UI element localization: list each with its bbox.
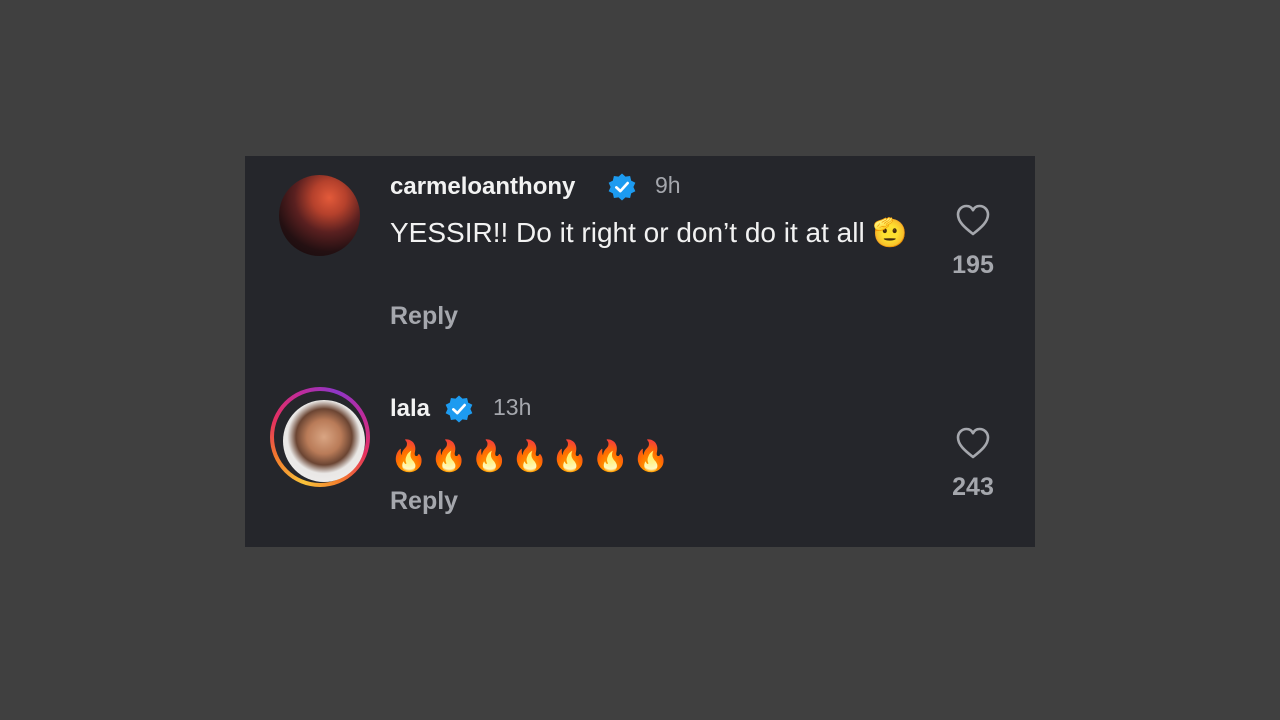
- heart-outline-icon[interactable]: [955, 426, 991, 460]
- comment-item: carmeloanthony 9h YESSIR!! Do it right o…: [245, 156, 1035, 366]
- like-count: 195: [952, 251, 994, 279]
- comment-timestamp: 13h: [493, 394, 532, 420]
- heart-outline-icon[interactable]: [955, 203, 991, 237]
- reply-button[interactable]: Reply: [390, 301, 458, 331]
- comments-panel: carmeloanthony 9h YESSIR!! Do it right o…: [245, 156, 1035, 547]
- story-ring[interactable]: [270, 387, 370, 487]
- comment-text: 🔥🔥🔥🔥🔥🔥🔥: [390, 440, 673, 473]
- avatar[interactable]: [283, 400, 365, 482]
- verified-badge-icon: [608, 173, 636, 201]
- comment-username[interactable]: carmeloanthony: [390, 172, 575, 202]
- verified-badge-icon: [445, 395, 473, 423]
- reply-button[interactable]: Reply: [390, 486, 458, 516]
- comment-text: YESSIR!! Do it right or don’t do it at a…: [390, 217, 908, 248]
- comment-username[interactable]: lala: [390, 394, 430, 424]
- avatar[interactable]: [279, 175, 360, 256]
- story-ring-gap: [274, 391, 366, 483]
- comment-timestamp: 9h: [655, 172, 681, 198]
- comment-item: lala 13h 🔥🔥🔥🔥🔥🔥🔥 Reply 243: [245, 378, 1035, 547]
- like-count: 243: [952, 473, 994, 501]
